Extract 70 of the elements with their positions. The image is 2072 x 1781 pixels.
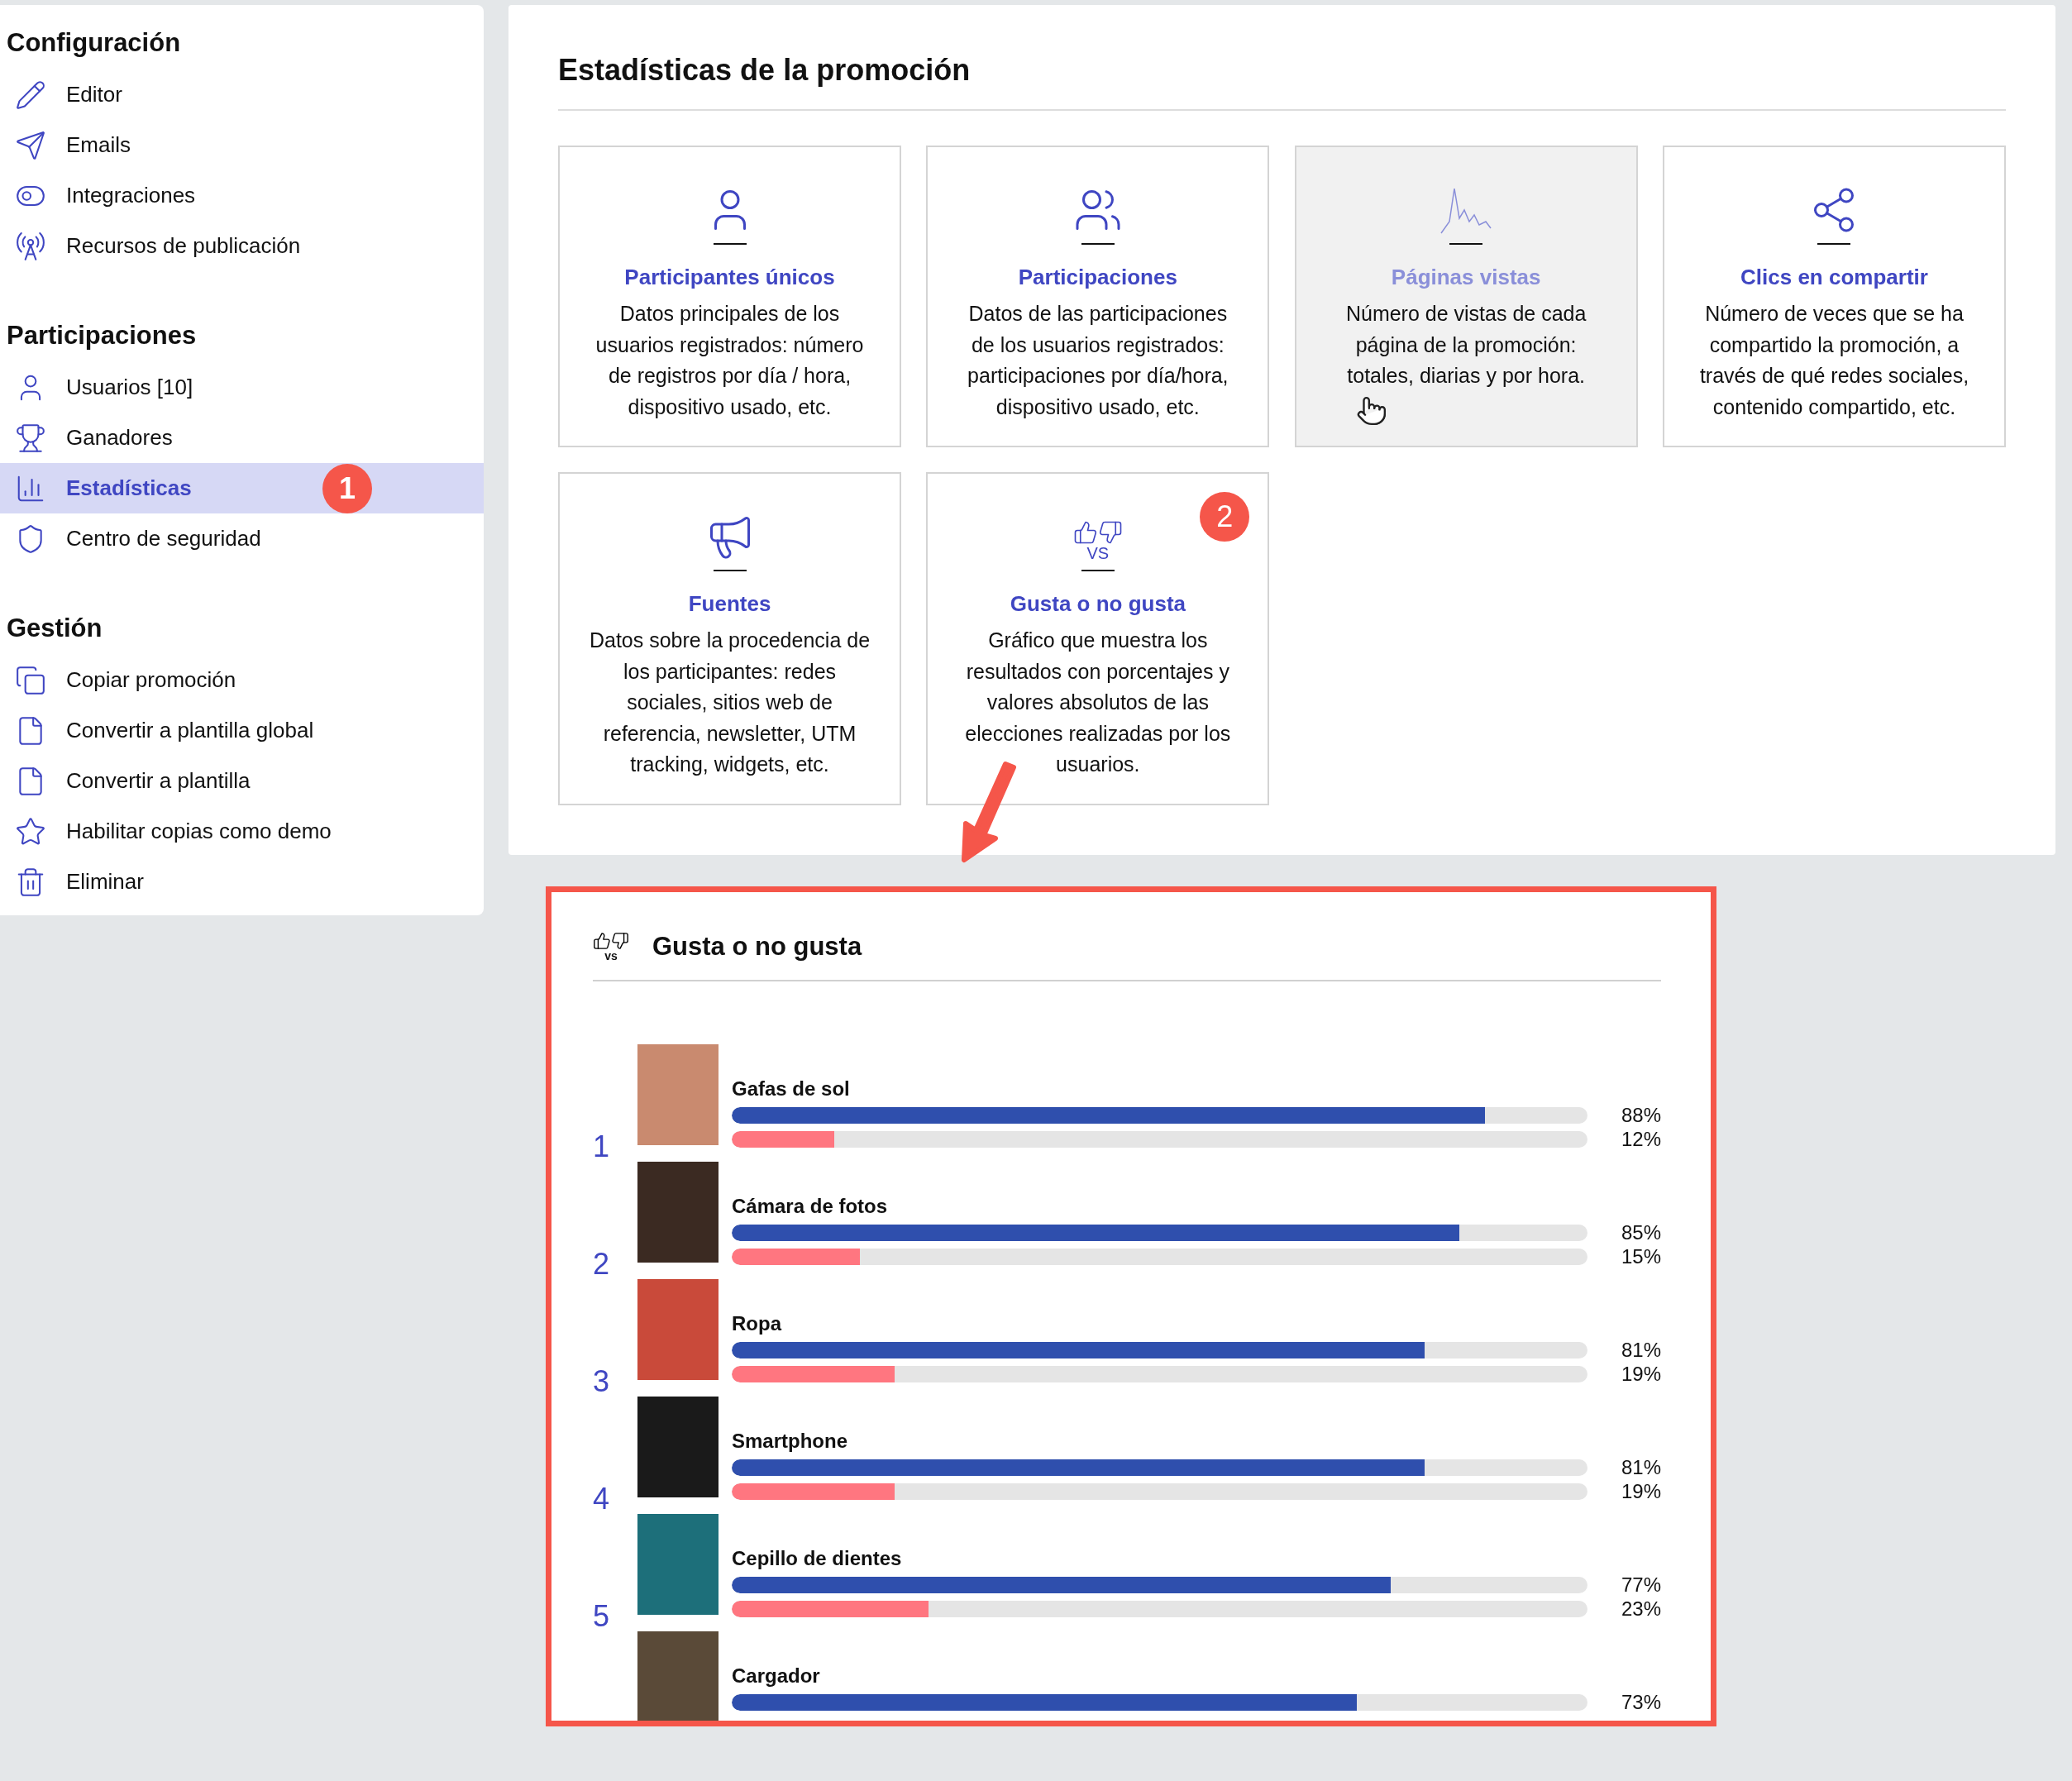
card-description: Gráfico que muestra los resultados con porcentajes y valores absolutos de las elecciones realizadas por los usuarios. [964, 628, 1232, 777]
item-name: Ropa [732, 1311, 783, 1335]
sidebar-item[interactable]: Copiar promoción [0, 655, 484, 705]
rank-number: 4 [593, 1483, 611, 1514]
statistics-card[interactable]: Participantes únicos Datos principales de los usuarios registrados: número de registros por día / hora, dispositivo usado, etc. [558, 146, 901, 447]
sidebar-item[interactable]: Centro de seguridad [0, 513, 484, 564]
statistics-card[interactable]: VS Gusta o no gusta Gráfico que muestra los resultados con porcentajes y valores absolutos de las elecciones realizadas por los usuarios. 2 [926, 472, 1270, 805]
menu-item-icon [15, 79, 46, 111]
section-title: Participaciones [6, 321, 198, 351]
percentage: 81% [1620, 1456, 1661, 1479]
sidebar-item[interactable]: Ganadores [0, 413, 484, 463]
card-title: Participantes únicos [624, 265, 835, 290]
percentage: 12% [1620, 1128, 1661, 1151]
card-title: Clics en compartir [1740, 265, 1928, 290]
percentage: 77% [1620, 1573, 1661, 1597]
card-title: Gusta o no gusta [1010, 591, 1186, 617]
menu-item-icon [15, 422, 46, 454]
sidebar-item[interactable]: Usuarios [10] [0, 362, 484, 413]
percentage: 81% [1620, 1339, 1661, 1362]
section-title: Gestión [6, 614, 103, 643]
statistics-card[interactable]: Participaciones Datos de las participaciones de los usuarios registrados: participaciones por día/hora, dispositivo usado, etc. [926, 146, 1270, 447]
percentage: 73% [1620, 1691, 1661, 1714]
rank-number: 2 [593, 1249, 611, 1279]
rank-number: 3 [593, 1366, 611, 1397]
thumbs-icon [1072, 520, 1123, 545]
sidebar-item[interactable]: Eliminar [0, 857, 484, 907]
rank-number: 5 [593, 1601, 611, 1631]
step-badge: 1 [322, 463, 372, 513]
sidebar-item[interactable]: Estadísticas 1 [0, 463, 484, 513]
menu-item-icon [15, 230, 46, 262]
card-description: Número de vistas de cada página de la promoción: totales, diarias y por hora. [1344, 301, 1587, 389]
step-badge: 2 [1200, 492, 1250, 542]
sidebar-item[interactable]: Habilitar copias como demo [0, 806, 484, 857]
panel-title: Gusta o no gusta [652, 931, 862, 962]
panel-title: Estadísticas de la promoción [558, 53, 2006, 111]
percentage: 23% [1620, 1597, 1661, 1621]
sidebar-item[interactable]: Emails [0, 120, 484, 170]
statistics-card[interactable]: Clics en compartir Número de veces que se ha compartido la promoción, a través de qué redes sociales, contenido compartido, etc. [1663, 146, 2006, 447]
card-description: Datos de las participaciones de los usuarios registrados: participaciones por día/hora, dispositivo usado, etc. [967, 301, 1229, 420]
percentage: 88% [1620, 1104, 1661, 1127]
percentage: 85% [1620, 1221, 1661, 1244]
statistics-card[interactable]: Fuentes Datos sobre la procedencia de los participantes: redes sociales, sitios web de referencia, newsletter, UTM tracking, widgets, etc. [558, 472, 901, 805]
menu-item-icon [15, 129, 46, 161]
sidebar-item[interactable]: Editor [0, 69, 484, 120]
card-title: Participaciones [1018, 265, 1177, 290]
thumbs-icon [593, 931, 629, 950]
statistics-card[interactable]: Páginas vistas Número de vistas de cada página de la promoción: totales, diarias y por hora. [1294, 146, 1638, 447]
card-title: Páginas vistas [1391, 265, 1541, 290]
item-name: Cámara de fotos [732, 1194, 889, 1218]
sidebar-item[interactable]: Recursos de publicación [0, 221, 484, 271]
section-title: Configuración [6, 28, 182, 58]
rank-number: 1 [593, 1131, 611, 1162]
percentage: 19% [1620, 1363, 1661, 1386]
sidebar-item[interactable]: Convertir a plantilla [0, 756, 484, 806]
item-name: Cepillo de dientes [732, 1546, 903, 1570]
item-name: Smartphone [732, 1429, 848, 1453]
card-description: Número de veces que se ha compartido la promoción, a través de qué redes sociales, contenido compartido, etc. [1698, 301, 1970, 420]
hand-cursor-icon [1356, 395, 1387, 427]
card-description: Datos sobre la procedencia de los participantes: redes sociales, sitios web de referencia, newsletter, UTM tracking, widgets, etc. [588, 628, 871, 777]
card-title: Fuentes [688, 591, 771, 617]
percentage: 19% [1620, 1480, 1661, 1503]
sidebar-item[interactable]: Convertir a plantilla global [0, 705, 484, 756]
item-name: Gafas de sol [732, 1077, 851, 1101]
vs-label: VS [1086, 545, 1110, 561]
item-name: Cargador [732, 1664, 821, 1688]
percentage: 15% [1620, 1245, 1661, 1268]
menu-item-icon [15, 664, 46, 696]
card-description: Datos principales de los usuarios registrados: número de registros por día / hora, dispositivo usado, etc. [594, 301, 865, 420]
vs-label: vs [604, 949, 618, 962]
sidebar-item[interactable]: Integraciones [0, 170, 484, 221]
